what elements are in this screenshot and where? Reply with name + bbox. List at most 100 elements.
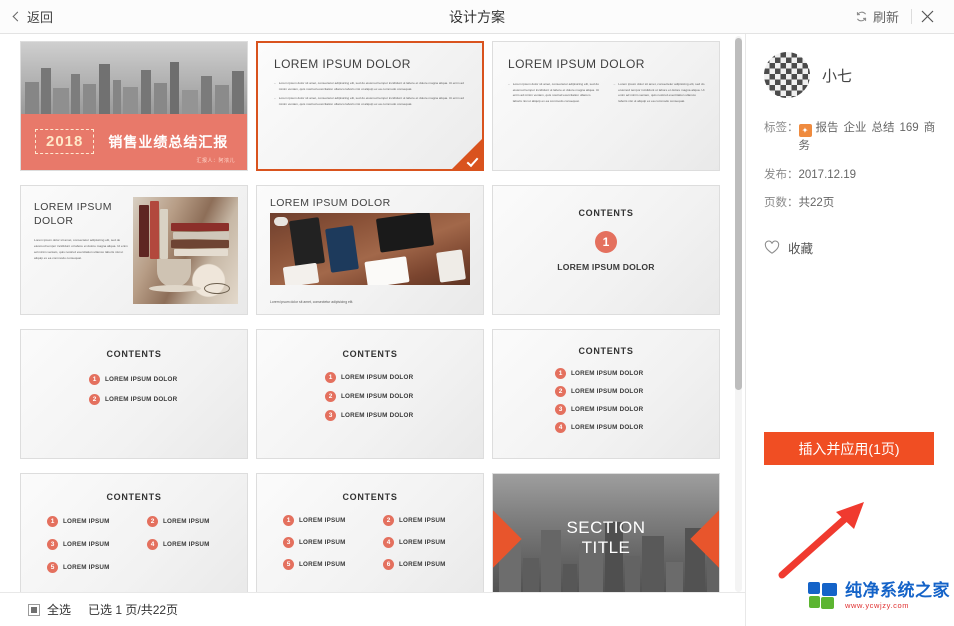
slide-thumbnail[interactable]: LOREM IPSUM DOLOR Lorem ipsum dolor sit … — [256, 185, 484, 315]
pages-label: 页数： — [764, 197, 799, 210]
books-photo — [133, 197, 238, 304]
contents-number: 4 — [383, 537, 394, 548]
slide-grid-pane: 2018 销售业绩总结汇报 汇报人：阿浓儿 LOREM IPSUM DOLOR — [0, 34, 745, 592]
slide-canvas: LOREM IPSUM DOLOR – Lorem ipsum dolor si… — [258, 43, 482, 169]
slide-thumbnail[interactable]: LOREM IPSUM DOLOR Lorem ipsum dolor sit … — [20, 185, 248, 315]
window-header: 返回 设计方案 刷新 — [0, 0, 954, 34]
slide-thumbnail-selected[interactable]: LOREM IPSUM DOLOR – Lorem ipsum dolor si… — [256, 41, 484, 171]
slide-thumbnail[interactable]: SECTION TITLE — [492, 473, 720, 592]
contents-number: 4 — [555, 422, 566, 433]
scrollbar-thumb[interactable] — [735, 38, 742, 390]
favorite-button[interactable]: 收藏 — [746, 224, 954, 257]
paragraph: Lorem ipsum dolor sit amet, consectetur … — [278, 96, 464, 107]
contents-item: 1 LOREM IPSUM DOLOR — [89, 374, 247, 385]
slide-title: LOREM IPSUM DOLOR — [274, 57, 411, 71]
slide-thumbnail[interactable]: CONTENTS 1 LOREM IPSUM DOLOR 2 LOREM IPS… — [256, 329, 484, 459]
slide-thumbnail[interactable]: CONTENTS 1 LOREM IPSUM DOLOR 2 LOREM IPS… — [20, 329, 248, 459]
contents-item: 1 LOREM IPSUM — [47, 516, 139, 527]
contents-item: 5 LOREM IPSUM — [283, 559, 375, 570]
slide-canvas: CONTENTS 1 LOREM IPSUM DOLOR 2 LOREM IPS… — [21, 330, 247, 458]
publish-date: 2017.12.19 — [798, 168, 857, 181]
cover-year: 2018 — [35, 129, 95, 155]
slide-canvas: CONTENTS 1 LOREM IPSUM DOLOR 2 LOREM IPS… — [257, 330, 483, 458]
slide-thumbnail[interactable]: CONTENTS 1 LOREM IPSUM DOLOR 2 LOREM IPS… — [492, 329, 720, 459]
slide-thumbnail[interactable]: CONTENTS 1 LOREM IPSUM 2 LOREM IPSUM 3 L… — [20, 473, 248, 592]
slide-title: LOREM IPSUM DOLOR — [508, 57, 645, 71]
contents-item: 3 LOREM IPSUM DOLOR — [325, 410, 483, 421]
contents-number: 1 — [89, 374, 100, 385]
contents-item-label: LOREM IPSUM — [399, 539, 446, 546]
contents-item-label: LOREM IPSUM — [63, 564, 110, 571]
refresh-button[interactable]: 刷新 — [855, 7, 911, 26]
contents-item: 2 LOREM IPSUM — [383, 515, 475, 526]
slide-thumbnail[interactable]: CONTENTS 1 LOREM IPSUM DOLOR — [492, 185, 720, 315]
page-title: 设计方案 — [449, 8, 505, 25]
slide-canvas: LOREM IPSUM DOLOR Lorem ipsum dolor sit … — [21, 186, 247, 314]
contents-number: 1 — [325, 372, 336, 383]
contents-item: 4 LOREM IPSUM — [147, 539, 239, 550]
contents-item-label: LOREM IPSUM — [299, 561, 346, 568]
back-button-label: 返回 — [27, 10, 54, 25]
insert-and-apply-button[interactable]: 插入并应用(1页) — [764, 432, 934, 465]
contents-item-label: LOREM IPSUM — [299, 539, 346, 546]
contents-heading: CONTENTS — [342, 492, 398, 502]
design-scheme-window: 返回 设计方案 刷新 2018 销售业绩总结汇报 汇报人：阿浓儿 LOREM I… — [0, 0, 954, 626]
contents-item: 2 LOREM IPSUM DOLOR — [555, 386, 719, 397]
contents-heading: CONTENTS — [578, 346, 634, 356]
contents-item-label: LOREM IPSUM DOLOR — [571, 370, 644, 377]
slide-canvas: CONTENTS 1 LOREM IPSUM DOLOR — [493, 186, 719, 314]
section-title-line2: TITLE — [581, 538, 631, 557]
contents-number: 3 — [47, 539, 58, 550]
contents-item-label: LOREM IPSUM DOLOR — [341, 393, 414, 400]
watermark-title: 纯净系统之家 — [845, 581, 950, 601]
contents-item: 4 LOREM IPSUM DOLOR — [555, 422, 719, 433]
cover-band: 2018 销售业绩总结汇报 汇报人：阿浓儿 — [21, 113, 247, 170]
desk-photo — [270, 213, 470, 285]
tag-item[interactable]: 报告 — [816, 122, 839, 134]
paragraph: Lorem ipsum dolor sit amet, consectetur … — [34, 238, 128, 260]
select-all-label[interactable]: 全选 — [47, 601, 71, 618]
contents-item: 1 LOREM IPSUM DOLOR — [555, 368, 719, 379]
contents-item: 3 LOREM IPSUM — [283, 537, 375, 548]
contents-number: 5 — [283, 559, 294, 570]
contents-number: 2 — [89, 394, 100, 405]
paragraph: Lorem ipsum dolor sit amet, consectetur … — [512, 82, 599, 104]
contents-item-label: LOREM IPSUM — [163, 541, 210, 548]
selection-status: 已选 1 页/共22页 — [88, 603, 179, 617]
tag-item[interactable]: 企业 — [844, 122, 867, 134]
slide-grid-scrollbar[interactable] — [735, 36, 742, 592]
contents-number: 4 — [147, 539, 158, 550]
cover-title: 销售业绩总结汇报 — [108, 133, 229, 150]
slide-grid: 2018 销售业绩总结汇报 汇报人：阿浓儿 LOREM IPSUM DOLOR — [0, 34, 745, 592]
slide-thumbnail[interactable]: CONTENTS 1 LOREM IPSUM 2 LOREM IPSUM 3 L… — [256, 473, 484, 592]
back-button[interactable]: 返回 — [12, 7, 54, 26]
tags-row: 标签： ✦ 报告 企业 总结 169 商务 — [764, 120, 938, 156]
tags-label: 标签： — [764, 122, 799, 134]
select-all-checkbox[interactable] — [28, 603, 40, 616]
slide-thumbnail[interactable]: 2018 销售业绩总结汇报 汇报人：阿浓儿 — [20, 41, 248, 171]
contents-item: 6 LOREM IPSUM — [383, 559, 475, 570]
refresh-label: 刷新 — [872, 10, 899, 25]
contents-number: 2 — [147, 516, 158, 527]
contents-number: 3 — [283, 537, 294, 548]
contents-item-label: LOREM IPSUM — [63, 518, 110, 525]
contents-item-label: LOREM IPSUM — [63, 541, 110, 548]
contents-number: 2 — [383, 515, 394, 526]
section-title-line1: SECTION — [566, 518, 646, 538]
favorite-label: 收藏 — [788, 242, 814, 257]
pages-row: 页数： 共22页 — [764, 195, 938, 213]
slide-thumbnail[interactable]: LOREM IPSUM DOLOR – Lorem ipsum dolor si… — [492, 41, 720, 171]
close-button[interactable] — [912, 4, 942, 30]
window-body: 2018 销售业绩总结汇报 汇报人：阿浓儿 LOREM IPSUM DOLOR — [0, 34, 954, 626]
contents-item-label: LOREM IPSUM DOLOR — [571, 424, 644, 431]
slide-canvas: LOREM IPSUM DOLOR Lorem ipsum dolor sit … — [257, 186, 483, 314]
contents-heading: CONTENTS — [342, 349, 398, 359]
bullet-icon: – — [274, 96, 276, 101]
contents-item: 2 LOREM IPSUM — [147, 516, 239, 527]
tag-item[interactable]: 总结 — [872, 122, 895, 134]
heart-icon — [764, 240, 780, 255]
contents-item: 1 LOREM IPSUM DOLOR — [325, 372, 483, 383]
header-actions: 刷新 — [855, 4, 942, 30]
cityscape-image — [21, 42, 247, 114]
tag-item[interactable]: 169 — [900, 122, 919, 134]
